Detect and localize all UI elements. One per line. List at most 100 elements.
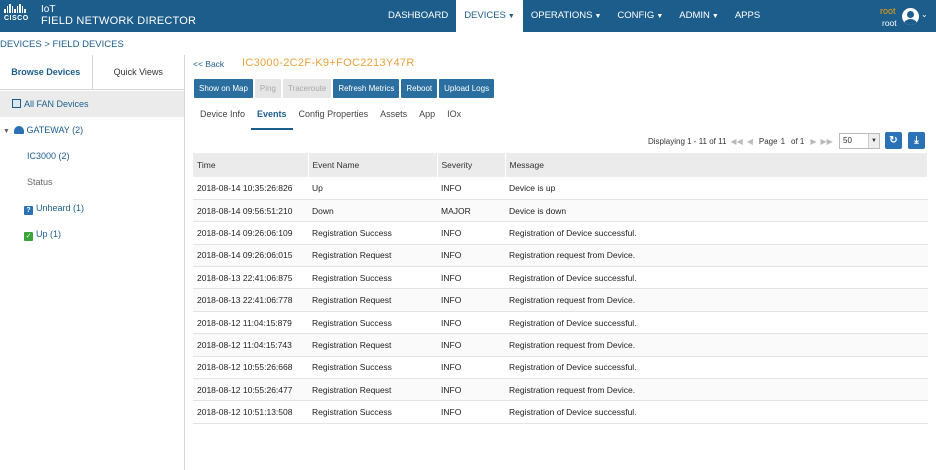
left-panel: Browse Devices Quick Views All FAN Devic…: [0, 55, 185, 470]
nav-devices-label: DEVICES: [464, 10, 506, 21]
cell-event-name: Down: [308, 199, 437, 223]
cell-severity: INFO: [437, 400, 505, 424]
table-row[interactable]: 2018-08-13 22:41:06:778 Registration Requ…: [193, 288, 928, 312]
user-menu-chevron-icon[interactable]: ⌄: [921, 10, 928, 19]
gateway-icon: [14, 126, 25, 134]
cell-event-name: Registration Success: [308, 266, 437, 290]
table-row[interactable]: 2018-08-14 09:26:06:015 Registration Requ…: [193, 244, 928, 268]
cisco-logo[interactable]: CISCO: [4, 4, 36, 28]
page-number[interactable]: 1: [781, 137, 785, 146]
prev-page-icon[interactable]: ◀: [747, 137, 753, 146]
tree-all-fan-devices[interactable]: All FAN Devices: [0, 91, 184, 117]
refresh-icon[interactable]: ↻: [885, 132, 902, 149]
tree-status: Status: [27, 177, 53, 187]
cell-time: 2018-08-12 11:04:15:879: [193, 311, 308, 335]
cell-event-name: Registration Success: [308, 400, 437, 424]
next-page-icon[interactable]: ▶: [810, 137, 816, 146]
cell-severity: INFO: [437, 244, 505, 268]
tree-unheard[interactable]: ? Unheard (1): [24, 203, 84, 215]
user-avatar-icon[interactable]: [902, 8, 919, 25]
tree-up[interactable]: ✓ Up (1): [24, 229, 61, 241]
page-size-select[interactable]: 50 ▼: [839, 133, 880, 149]
events-table-body: 2018-08-14 10:35:26:826 Up INFO Device is u…: [193, 177, 928, 424]
nav-admin[interactable]: ADMIN ▼: [671, 0, 727, 32]
cell-message: Registration of Device successful.: [505, 266, 928, 290]
cell-message: Registration request from Device.: [505, 244, 928, 268]
table-row[interactable]: 2018-08-14 09:56:51:210 Down MAJOR Device i…: [193, 199, 928, 223]
device-title: IC3000-2C2F-K9+FOC2213Y47R: [242, 57, 415, 69]
column-header-severity[interactable]: Severity: [437, 153, 506, 177]
breadcrumb[interactable]: DEVICES > FIELD DEVICES: [0, 39, 124, 50]
action-toolbar: Show on Map Ping Traceroute Refresh Metr…: [194, 79, 495, 98]
table-row[interactable]: 2018-08-12 10:55:26:668 Registration Succ…: [193, 356, 928, 380]
cell-event-name: Registration Request: [308, 288, 437, 312]
tab-assets[interactable]: Assets: [374, 104, 413, 130]
tab-device-info[interactable]: Device Info: [194, 104, 251, 130]
cell-message: Registration request from Device.: [505, 378, 928, 402]
table-row[interactable]: 2018-08-12 11:04:15:879 Registration Succ…: [193, 311, 928, 335]
app-name: FIELD NETWORK DIRECTOR: [41, 15, 197, 27]
cell-time: 2018-08-14 09:26:06:015: [193, 244, 308, 268]
user-role: root: [880, 6, 896, 16]
reboot-button[interactable]: Reboot: [401, 79, 438, 98]
cell-severity: INFO: [437, 356, 505, 380]
nav-operations-label: OPERATIONS: [530, 10, 593, 21]
nav-operations[interactable]: OPERATIONS ▼: [523, 0, 610, 32]
nav-admin-label: ADMIN: [679, 10, 710, 21]
main-nav: DASHBOARD DEVICES ▼ OPERATIONS ▼ CONFIG ▼ A…: [380, 0, 768, 32]
traceroute-button[interactable]: Traceroute: [282, 79, 332, 98]
cell-severity: INFO: [437, 288, 505, 312]
cell-time: 2018-08-12 10:55:26:668: [193, 356, 308, 380]
cell-message: Registration request from Device.: [505, 288, 928, 312]
cisco-wordmark: CISCO: [4, 15, 29, 22]
nav-config[interactable]: CONFIG ▼: [609, 0, 671, 32]
back-link[interactable]: << Back: [193, 59, 224, 69]
export-download-icon[interactable]: ⤓: [908, 132, 925, 149]
tab-iox[interactable]: IOx: [441, 104, 467, 130]
show-on-map-button[interactable]: Show on Map: [194, 79, 253, 98]
tab-config-properties[interactable]: Config Properties: [293, 104, 375, 130]
chevron-down-icon: ▼: [868, 134, 879, 148]
nav-apps[interactable]: APPS: [727, 0, 768, 32]
cell-event-name: Registration Request: [308, 378, 437, 402]
nav-devices[interactable]: DEVICES ▼: [456, 0, 523, 32]
tab-browse-devices[interactable]: Browse Devices: [0, 55, 93, 89]
tree-gateway[interactable]: ▼ GATEWAY (2): [3, 125, 83, 135]
tree-expand-icon[interactable]: ▼: [3, 128, 10, 135]
question-icon: ?: [24, 206, 33, 215]
page-label: Page: [758, 136, 778, 146]
cell-event-name: Registration Request: [308, 244, 437, 268]
cell-severity: INFO: [437, 333, 505, 357]
upload-logs-button[interactable]: Upload Logs: [439, 79, 495, 98]
column-header-time[interactable]: Time: [193, 153, 309, 177]
table-row[interactable]: 2018-08-12 10:51:13:508 Registration Succ…: [193, 400, 928, 424]
refresh-metrics-button[interactable]: Refresh Metrics: [333, 79, 400, 98]
table-row[interactable]: 2018-08-13 22:41:06:875 Registration Succ…: [193, 266, 928, 290]
checkmark-icon: ✓: [24, 232, 33, 241]
table-row[interactable]: 2018-08-14 10:35:26:826 Up INFO Device is u…: [193, 177, 928, 200]
last-page-icon[interactable]: ▶▶: [821, 137, 833, 146]
tab-events[interactable]: Events: [251, 104, 293, 130]
table-row[interactable]: 2018-08-12 10:55:26:477 Registration Requ…: [193, 378, 928, 402]
table-row[interactable]: 2018-08-12 11:04:15:743 Registration Requ…: [193, 333, 928, 357]
column-header-message[interactable]: Message: [505, 153, 928, 177]
cell-severity: MAJOR: [437, 199, 505, 223]
chevron-down-icon: ▼: [711, 13, 719, 20]
cell-time: 2018-08-12 10:51:13:508: [193, 400, 308, 424]
cell-severity: INFO: [437, 378, 505, 402]
cell-time: 2018-08-14 10:35:26:826: [193, 177, 308, 200]
tree-ic3000[interactable]: IC3000 (2): [27, 151, 70, 161]
cell-time: 2018-08-14 09:26:06:109: [193, 221, 308, 245]
column-header-event-name[interactable]: Event Name: [308, 153, 438, 177]
cell-severity: INFO: [437, 221, 505, 245]
pager: Displaying 1 - 11 of 11 ◀◀ ◀ Page 1 of 1…: [648, 133, 835, 149]
nav-dashboard[interactable]: DASHBOARD: [380, 0, 456, 32]
first-page-icon[interactable]: ◀◀: [730, 137, 742, 146]
tab-quick-views[interactable]: Quick Views: [93, 55, 185, 89]
ping-button[interactable]: Ping: [254, 79, 281, 98]
page-of-label: of 1: [791, 136, 805, 146]
cell-message: Registration of Device successful.: [505, 311, 928, 335]
table-row[interactable]: 2018-08-14 09:26:06:109 Registration Succ…: [193, 221, 928, 245]
chevron-down-icon: ▼: [507, 13, 515, 20]
tab-app[interactable]: App: [413, 104, 441, 130]
